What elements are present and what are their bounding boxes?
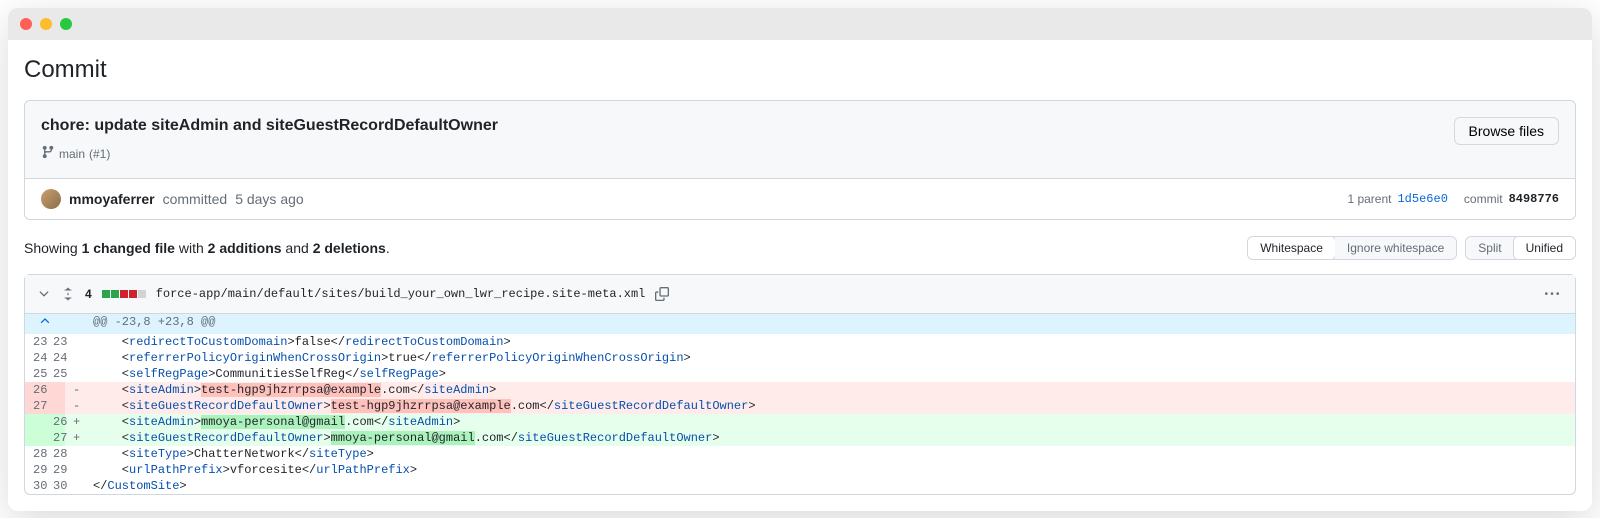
- table-row: 2424 <referrerPolicyOriginWhenCrossOrigi…: [25, 350, 1575, 366]
- commit-header: chore: update siteAdmin and siteGuestRec…: [24, 100, 1576, 179]
- commit-sha: 8498776: [1509, 192, 1559, 206]
- sha-row: 1 parent 1d5e6e0 commit 8498776: [1347, 192, 1559, 206]
- code-line: </CustomSite>: [85, 478, 1575, 494]
- copy-icon[interactable]: [655, 287, 669, 301]
- file-path[interactable]: force-app/main/default/sites/build_your_…: [156, 287, 646, 301]
- code-line: <siteAdmin>mmoya-personal@gmail.com</sit…: [85, 414, 1575, 430]
- titlebar: [8, 8, 1592, 40]
- code-line: <siteAdmin>test-hgp9jhzrrpsa@example.com…: [85, 382, 1575, 398]
- old-email: test-hgp9jhzrrpsa@example: [201, 383, 381, 397]
- change-count: 4: [85, 287, 92, 301]
- stats-with: with: [175, 240, 208, 256]
- diffstat-squares: [102, 290, 146, 298]
- stats-files: 1 changed file: [82, 240, 175, 256]
- branch-row: main (#1): [41, 145, 498, 162]
- code-line: <urlPathPrefix>vforcesite</urlPathPrefix…: [85, 462, 1575, 478]
- stats-prefix: Showing: [24, 240, 82, 256]
- code-line: <referrerPolicyOriginWhenCrossOrigin>tru…: [85, 350, 1575, 366]
- table-row: 2929 <urlPathPrefix>vforcesite</urlPathP…: [25, 462, 1575, 478]
- table-row: 2525 <selfRegPage>CommunitiesSelfReg</se…: [25, 366, 1575, 382]
- stats-text: Showing 1 changed file with 2 additions …: [24, 240, 390, 256]
- view-toggles: Whitespace Ignore whitespace Split Unifi…: [1247, 236, 1576, 260]
- commit-meta-bar: mmoyaferrer committed 5 days ago 1 paren…: [24, 179, 1576, 220]
- stats-additions: 2 additions: [208, 240, 282, 256]
- whitespace-ignore-button[interactable]: Ignore whitespace: [1335, 237, 1456, 259]
- square-del-icon: [129, 290, 137, 298]
- whitespace-show-button[interactable]: Whitespace: [1247, 236, 1336, 260]
- square-add-icon: [102, 290, 110, 298]
- table-row: 27+ <siteGuestRecordDefaultOwner>mmoya-p…: [25, 430, 1575, 446]
- table-row: 2323 <redirectToCustomDomain>false</redi…: [25, 334, 1575, 350]
- commit-action: committed: [163, 191, 228, 207]
- author-link[interactable]: mmoyaferrer: [69, 191, 155, 207]
- split-view-button[interactable]: Split: [1466, 237, 1513, 259]
- code-line: <siteGuestRecordDefaultOwner>test-hgp9jh…: [85, 398, 1575, 414]
- table-row: 3030</CustomSite>: [25, 478, 1575, 494]
- whitespace-toggle: Whitespace Ignore whitespace: [1247, 236, 1457, 260]
- page-title: Commit: [24, 56, 1576, 84]
- author-row: mmoyaferrer committed 5 days ago: [41, 189, 304, 209]
- minimize-window-icon[interactable]: [40, 18, 52, 30]
- table-row: 26+ <siteAdmin>mmoya-personal@gmail.com<…: [25, 414, 1575, 430]
- commit-label: commit: [1464, 192, 1503, 206]
- branch-icon: [41, 145, 55, 162]
- kebab-icon[interactable]: [1541, 283, 1563, 305]
- code-line: <siteType>ChatterNetwork</siteType>: [85, 446, 1575, 462]
- stats-bar: Showing 1 changed file with 2 additions …: [24, 236, 1576, 260]
- file-header: 4 force-app/main/default/sites/build_you…: [25, 275, 1575, 314]
- branch-name[interactable]: main: [59, 147, 85, 161]
- old-email: test-hgp9jhzrrpsa@example: [331, 399, 511, 413]
- chevron-down-icon[interactable]: [37, 287, 51, 301]
- commit-title: chore: update siteAdmin and siteGuestRec…: [41, 117, 498, 135]
- square-neutral-icon: [138, 290, 146, 298]
- stats-and: and: [282, 240, 313, 256]
- table-row: 26- <siteAdmin>test-hgp9jhzrrpsa@example…: [25, 382, 1575, 398]
- branch-meta[interactable]: (#1): [89, 147, 110, 161]
- maximize-window-icon[interactable]: [60, 18, 72, 30]
- code-line: <siteGuestRecordDefaultOwner>mmoya-perso…: [85, 430, 1575, 446]
- code-line: <selfRegPage>CommunitiesSelfReg</selfReg…: [85, 366, 1575, 382]
- file-diff: 4 force-app/main/default/sites/build_you…: [24, 274, 1576, 495]
- table-row: 27- <siteGuestRecordDefaultOwner>test-hg…: [25, 398, 1575, 414]
- unified-view-button[interactable]: Unified: [1513, 236, 1576, 260]
- expand-up-icon[interactable]: [25, 314, 65, 334]
- table-row: 2828 <siteType>ChatterNetwork</siteType>: [25, 446, 1575, 462]
- new-email: mmoya-personal@gmail: [331, 431, 475, 445]
- stats-deletions: 2 deletions: [313, 240, 386, 256]
- avatar[interactable]: [41, 189, 61, 209]
- diff-table: @@ -23,8 +23,8 @@ 2323 <redirectToCustom…: [25, 314, 1575, 494]
- commit-time: 5 days ago: [235, 191, 304, 207]
- square-del-icon: [120, 290, 128, 298]
- browse-files-button[interactable]: Browse files: [1454, 117, 1559, 145]
- parent-sha[interactable]: 1d5e6e0: [1397, 192, 1447, 206]
- diff-view-toggle: Split Unified: [1465, 236, 1576, 260]
- parent-label: 1 parent: [1347, 192, 1391, 206]
- app-window: Commit chore: update siteAdmin and siteG…: [8, 8, 1592, 511]
- square-add-icon: [111, 290, 119, 298]
- unfold-icon[interactable]: [61, 287, 75, 301]
- close-window-icon[interactable]: [20, 18, 32, 30]
- hunk-header: @@ -23,8 +23,8 @@: [25, 314, 1575, 334]
- code-line: <redirectToCustomDomain>false</redirectT…: [85, 334, 1575, 350]
- hunk-text: @@ -23,8 +23,8 @@: [85, 314, 1575, 334]
- new-email: mmoya-personal@gmail: [201, 415, 345, 429]
